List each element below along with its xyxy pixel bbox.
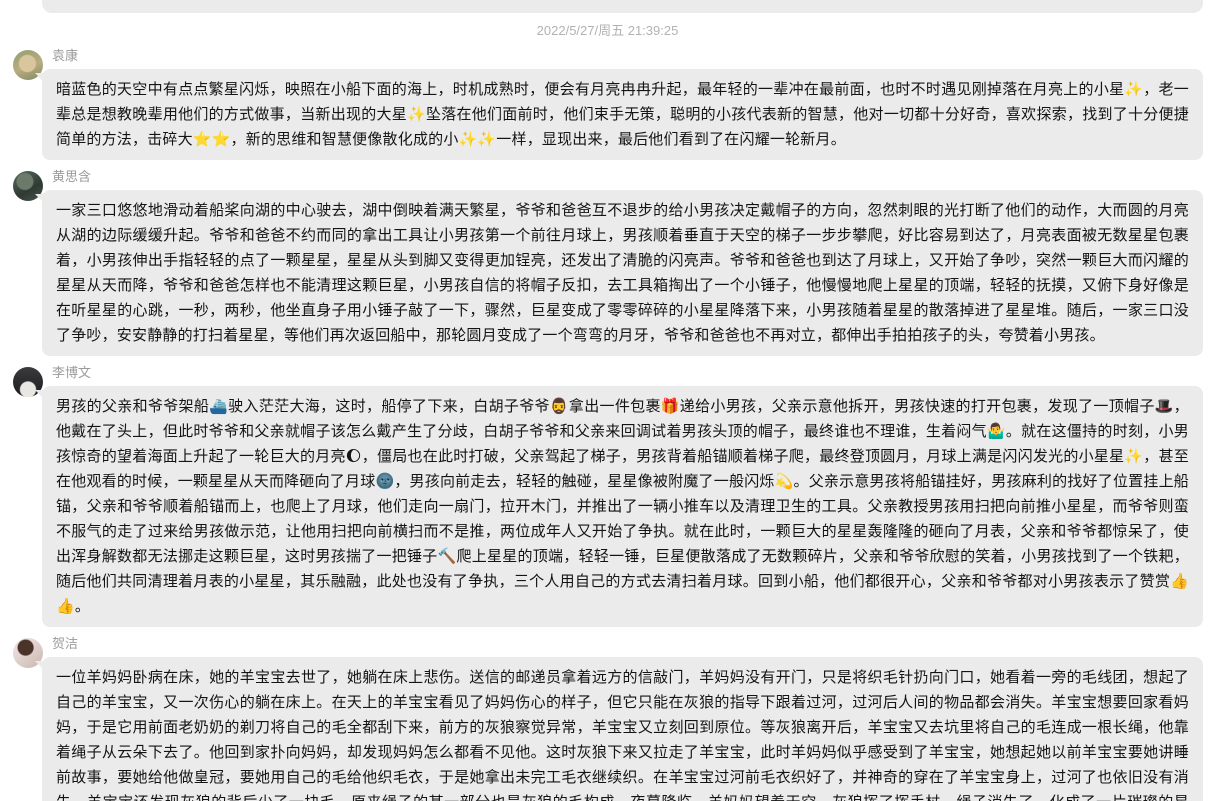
chat-window: 2022/5/27/周五 21:39:25 袁康 暗蓝色的天空中有点点繁星闪烁，… bbox=[0, 0, 1215, 801]
author-name: 袁康 bbox=[52, 48, 1203, 64]
message-bubble[interactable]: 一位羊妈妈卧病在床，她的羊宝宝去世了，她躺在床上悲伤。送信的邮递员拿着远方的信敲… bbox=[42, 657, 1203, 801]
bubble-tail-icon bbox=[35, 73, 46, 84]
message-bubble[interactable]: 男孩的父亲和爷爷架船⛴️驶入茫茫大海，这时，船停了下来，白胡子爷爷🧔‍♂️拿出一… bbox=[42, 386, 1203, 627]
author-name: 黄思含 bbox=[52, 169, 1203, 185]
bubble-tail-icon bbox=[35, 390, 46, 401]
author-name: 李博文 bbox=[52, 365, 1203, 381]
message-timestamp: 2022/5/27/周五 21:39:25 bbox=[0, 13, 1215, 48]
bubble-tail-icon bbox=[35, 194, 46, 205]
message-bubble[interactable]: 暗蓝色的天空中有点点繁星闪烁，映照在小船下面的海上，时机成熟时，便会有月亮冉冉升… bbox=[42, 69, 1203, 160]
message-group: 贺洁 一位羊妈妈卧病在床，她的羊宝宝去世了，她躺在床上悲伤。送信的邮递员拿着远方… bbox=[13, 636, 1203, 801]
message-text: 暗蓝色的天空中有点点繁星闪烁，映照在小船下面的海上，时机成熟时，便会有月亮冉冉升… bbox=[56, 81, 1189, 148]
message-bubble[interactable]: 一家三口悠悠地滑动着船桨向湖的中心驶去，湖中倒映着满天繁星，爷爷和爸爸互不退步的… bbox=[42, 190, 1203, 356]
message-group: 袁康 暗蓝色的天空中有点点繁星闪烁，映照在小船下面的海上，时机成熟时，便会有月亮… bbox=[13, 48, 1203, 160]
message-group: 黄思含 一家三口悠悠地滑动着船桨向湖的中心驶去，湖中倒映着满天繁星，爷爷和爸爸互… bbox=[13, 169, 1203, 356]
message-text: 男孩的父亲和爷爷架船⛴️驶入茫茫大海，这时，船停了下来，白胡子爷爷🧔‍♂️拿出一… bbox=[56, 398, 1189, 615]
message-group: 李博文 男孩的父亲和爷爷架船⛴️驶入茫茫大海，这时，船停了下来，白胡子爷爷🧔‍♂… bbox=[13, 365, 1203, 627]
message-text: 一家三口悠悠地滑动着船桨向湖的中心驶去，湖中倒映着满天繁星，爷爷和爸爸互不退步的… bbox=[56, 202, 1189, 344]
previous-message-bubble-remnant[interactable] bbox=[42, 0, 1203, 13]
author-name: 贺洁 bbox=[52, 636, 1203, 652]
message-text: 一位羊妈妈卧病在床，她的羊宝宝去世了，她躺在床上悲伤。送信的邮递员拿着远方的信敲… bbox=[56, 669, 1189, 801]
